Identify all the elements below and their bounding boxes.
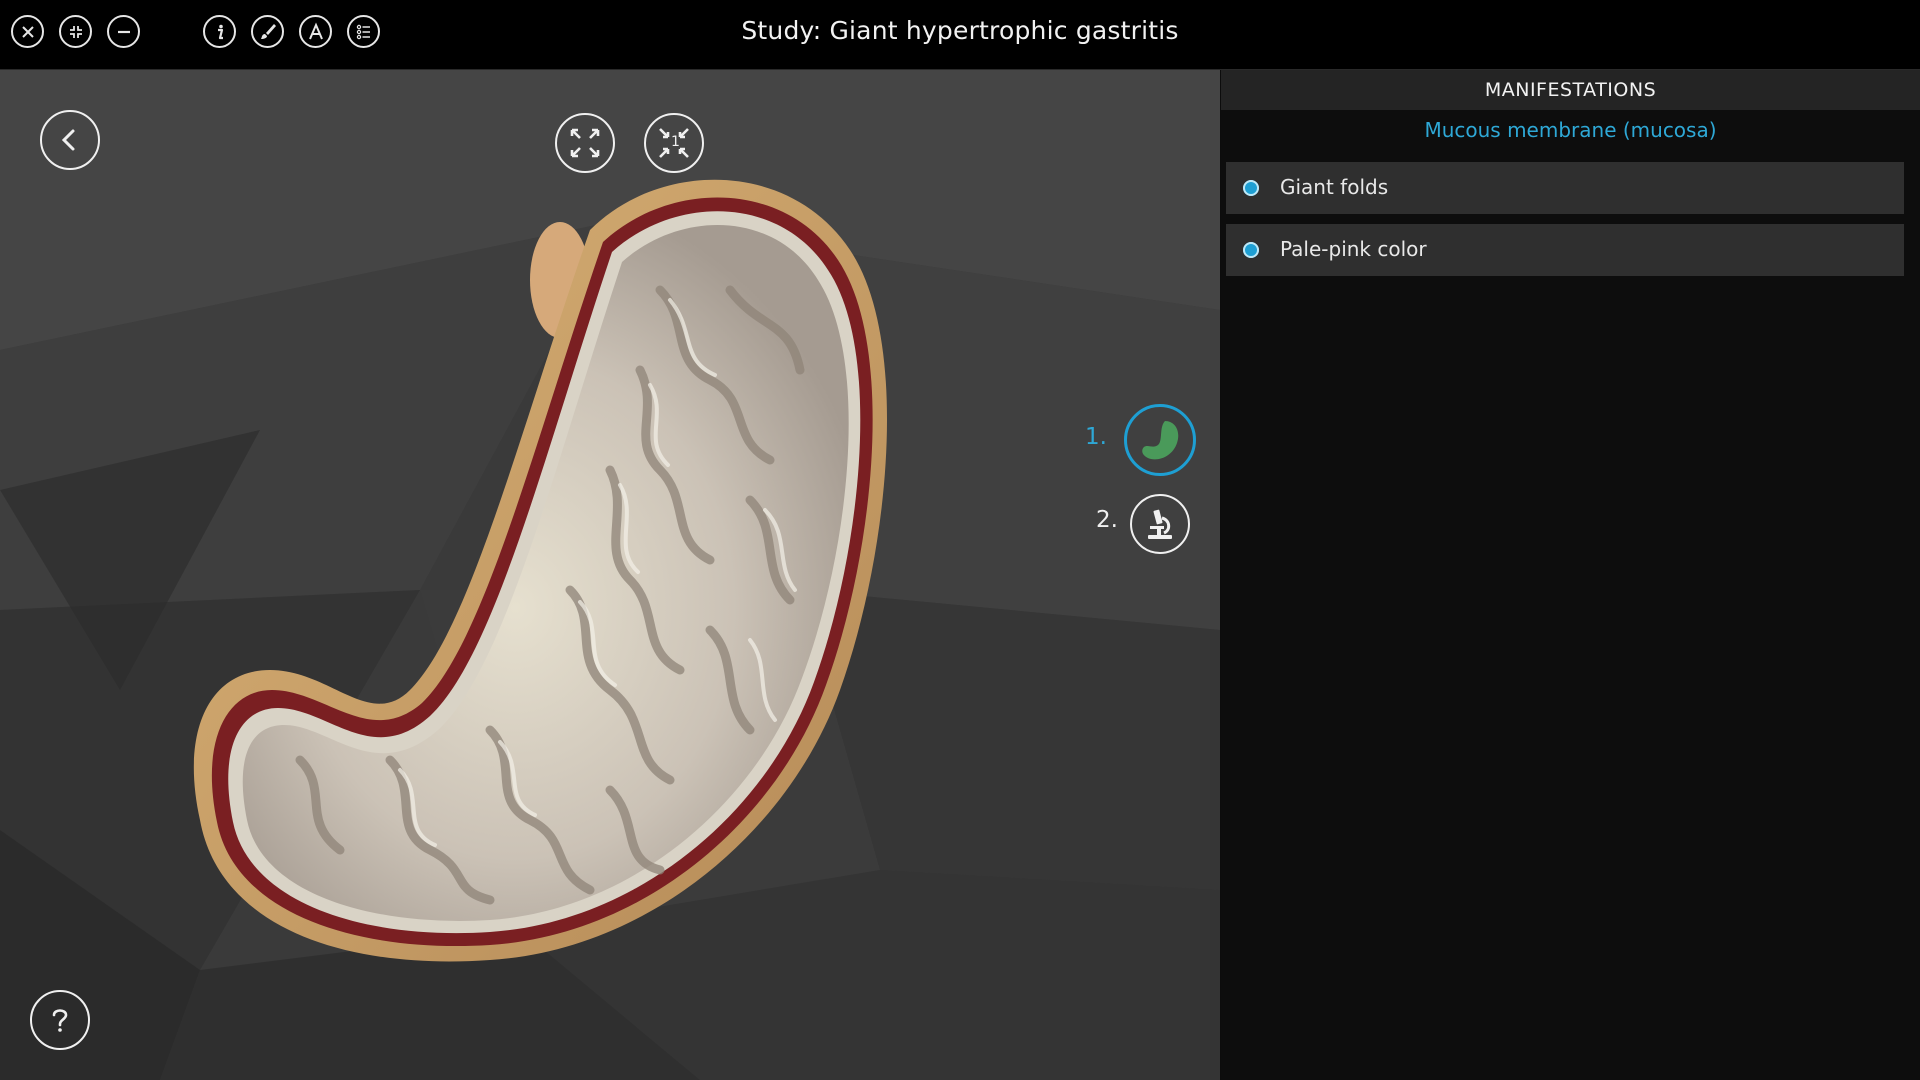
step-2-label: 2. <box>1096 507 1118 533</box>
model-viewport[interactable]: 1 1. 2. <box>0 70 1220 1080</box>
back-button[interactable] <box>40 110 100 170</box>
stomach-model[interactable] <box>190 170 1020 1010</box>
stomach-icon <box>1142 421 1179 460</box>
step-1-label: 1. <box>1085 424 1107 450</box>
reset-view-button[interactable]: 1 <box>644 113 704 173</box>
window-title: Study: Giant hypertrophic gastritis <box>741 16 1179 45</box>
step-1-stomach-button[interactable] <box>1124 404 1196 476</box>
help-button[interactable] <box>30 990 90 1050</box>
panel-header: MANIFESTATIONS <box>1221 70 1920 110</box>
title-bar: Study: Giant hypertrophic gastritis <box>0 0 1920 70</box>
radio-dot-icon <box>1243 180 1259 196</box>
back-icon <box>61 129 75 151</box>
panel-subtitle: Mucous membrane (mucosa) <box>1424 118 1717 142</box>
fullscreen-icon <box>570 128 600 158</box>
manifestation-item-giant-folds[interactable]: Giant folds <box>1226 162 1904 214</box>
manifestations-panel: MANIFESTATIONS Mucous membrane (mucosa) … <box>1221 70 1920 1080</box>
reset-view-badge: 1 <box>671 134 680 150</box>
step-2-microscope-button[interactable] <box>1130 494 1190 554</box>
manifestation-label: Pale-pink color <box>1280 237 1427 261</box>
manifestation-item-pale-pink-color[interactable]: Pale-pink color <box>1226 224 1904 276</box>
help-icon <box>52 1009 68 1032</box>
microscope-icon <box>1148 509 1172 539</box>
manifestation-label: Giant folds <box>1280 175 1389 199</box>
fullscreen-button[interactable] <box>555 113 615 173</box>
radio-dot-icon <box>1243 242 1259 258</box>
